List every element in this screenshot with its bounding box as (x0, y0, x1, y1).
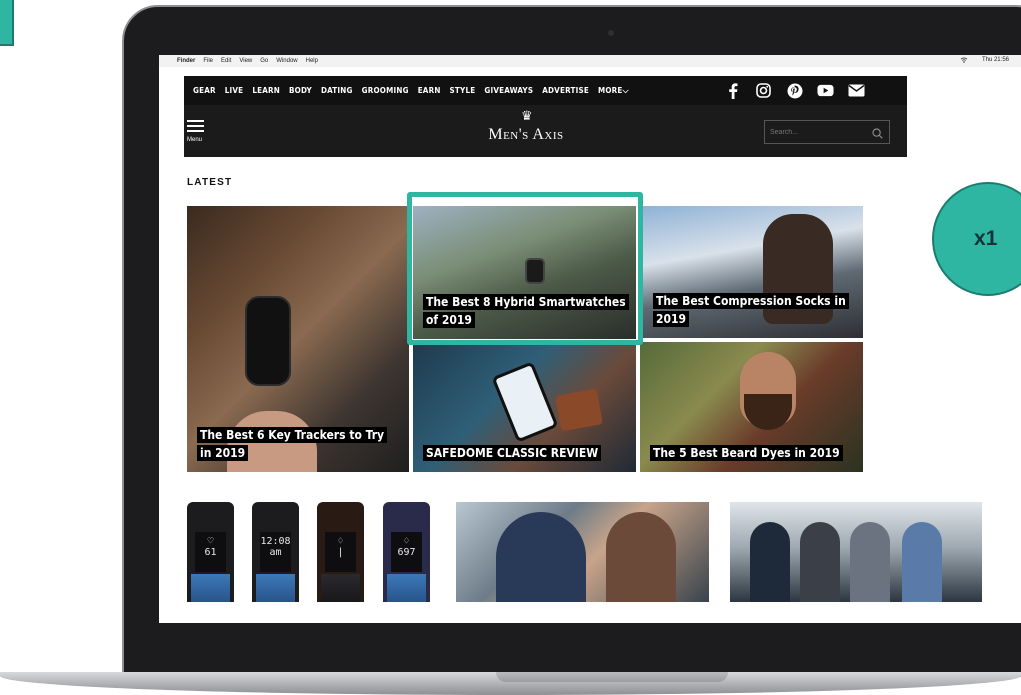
menu-label: Menu (187, 137, 203, 143)
highlight-box (407, 192, 643, 345)
wallet-image (555, 388, 603, 432)
crown-icon: ♛ (521, 108, 533, 123)
phone-image (491, 361, 559, 443)
article-title: SAFEDOME CLASSIC REVIEW (423, 444, 626, 462)
band-display-line: 12:08 (260, 536, 291, 547)
article-title: The Best Compression Socks in 2019 (653, 292, 853, 328)
band-display-line: 697 (397, 547, 416, 558)
corner-tag (0, 0, 14, 46)
search-input[interactable] (765, 121, 865, 144)
email-icon[interactable] (848, 82, 865, 99)
facebook-icon[interactable] (724, 82, 741, 99)
article-card-beard-dyes[interactable]: The 5 Best Beard Dyes in 2019 (640, 342, 863, 472)
fitness-band: ♢ 697 (383, 502, 430, 602)
mac-menubar: Finder File Edit View Go Window Help Thu… (159, 55, 1021, 67)
section-title: LATEST (187, 177, 233, 188)
search-icon[interactable] (872, 126, 883, 139)
band-display-line: am (269, 547, 282, 558)
menubar-item-view[interactable]: View (239, 58, 252, 64)
article-title-text[interactable]: The 5 Best Beard Dyes in 2019 (650, 445, 843, 461)
menubar-item-file[interactable]: File (203, 58, 213, 64)
laptop-notch (496, 672, 728, 682)
article-title-text[interactable]: SAFEDOME CLASSIC REVIEW (423, 445, 602, 461)
band-strap (191, 574, 230, 602)
nav-item-earn[interactable]: EARN (418, 86, 441, 95)
hamburger-bar (187, 130, 204, 132)
band-display-line: ♢ (337, 536, 344, 547)
person-image (850, 522, 890, 602)
menubar-item-go[interactable]: Go (260, 58, 268, 64)
youtube-icon[interactable] (817, 82, 834, 99)
nav-item-dating[interactable]: DATING (321, 86, 353, 95)
person-image (902, 522, 942, 602)
fitness-band: ♡ 61 (187, 502, 234, 602)
camera-icon (608, 30, 614, 36)
band-display: 12:08 am (260, 532, 291, 572)
article-thumb-dating[interactable] (456, 502, 709, 602)
menubar-item-window[interactable]: Window (276, 58, 297, 64)
nav-item-grooming[interactable]: GROOMING (362, 86, 409, 95)
woman-image (606, 512, 676, 602)
menubar-item-finder[interactable]: Finder (177, 58, 195, 64)
search-box (764, 120, 890, 144)
article-card-compression-socks[interactable]: The Best Compression Socks in 2019 (643, 206, 863, 338)
band-display: ♡ 61 (195, 532, 226, 572)
band-display-line: ♡ (207, 536, 214, 547)
band-display-line: | (337, 547, 344, 558)
band-strap (321, 574, 360, 602)
band-display: ♢ 697 (391, 532, 422, 572)
band-strap (387, 574, 426, 602)
top-nav: GEAR LIVE LEARN BODY DATING GROOMING EAR… (184, 76, 907, 105)
hamburger-icon (187, 120, 204, 122)
social-links (724, 82, 865, 99)
clock[interactable]: Thu 21:56 (982, 57, 1009, 65)
article-thumb-business[interactable] (730, 502, 982, 602)
nav-item-learn[interactable]: LEARN (252, 86, 280, 95)
band-display-line: 61 (204, 547, 217, 558)
band-display-line: ♢ (403, 536, 410, 547)
article-thumb-fitness-bands[interactable]: ♡ 61 12:08 am ♢ | ♢ 697 (187, 502, 433, 602)
pinterest-icon[interactable] (786, 82, 803, 99)
instagram-icon[interactable] (755, 82, 772, 99)
article-title-text[interactable]: The Best Compression Socks in 2019 (653, 293, 849, 327)
nav-item-body[interactable]: BODY (289, 86, 312, 95)
nav-item-advertise[interactable]: ADVERTISE (542, 86, 589, 95)
person-image (800, 522, 840, 602)
article-card-safedome-review[interactable]: SAFEDOME CLASSIC REVIEW (413, 342, 636, 472)
person-image (750, 522, 790, 602)
fitness-band: ♢ | (317, 502, 364, 602)
band-display: ♢ | (325, 532, 356, 572)
man-image (496, 512, 586, 602)
key-tracker-image (245, 296, 291, 386)
article-title-text[interactable]: The Best 6 Key Trackers to Try in 2019 (197, 427, 388, 461)
nav-item-gear[interactable]: GEAR (193, 86, 216, 95)
menubar-item-help[interactable]: Help (306, 58, 318, 64)
stage: Finder File Edit View Go Window Help Thu… (0, 0, 1021, 695)
nav-item-style[interactable]: STYLE (450, 86, 476, 95)
wifi-icon[interactable] (960, 57, 968, 65)
menubar-item-edit[interactable]: Edit (221, 58, 231, 64)
band-strap (256, 574, 295, 602)
nav-item-more[interactable]: MORE⌵ (598, 86, 629, 96)
nav-item-giveaways[interactable]: GIVEAWAYS (484, 86, 533, 95)
article-title: The 5 Best Beard Dyes in 2019 (650, 444, 853, 462)
menubar-status: Thu 21:56 (960, 57, 1017, 65)
site-header: Menu ♛ Men's Axis (184, 105, 907, 157)
site-logo[interactable]: Men's Axis (451, 126, 601, 144)
beard-image (744, 394, 792, 430)
article-card-key-trackers[interactable]: The Best 6 Key Trackers to Try in 2019 (187, 206, 409, 472)
nav-item-live[interactable]: LIVE (225, 86, 244, 95)
fitness-band: 12:08 am (252, 502, 299, 602)
laptop-bezel (124, 623, 1021, 673)
hamburger-bar (187, 125, 204, 127)
article-title: The Best 6 Key Trackers to Try in 2019 (197, 426, 399, 462)
